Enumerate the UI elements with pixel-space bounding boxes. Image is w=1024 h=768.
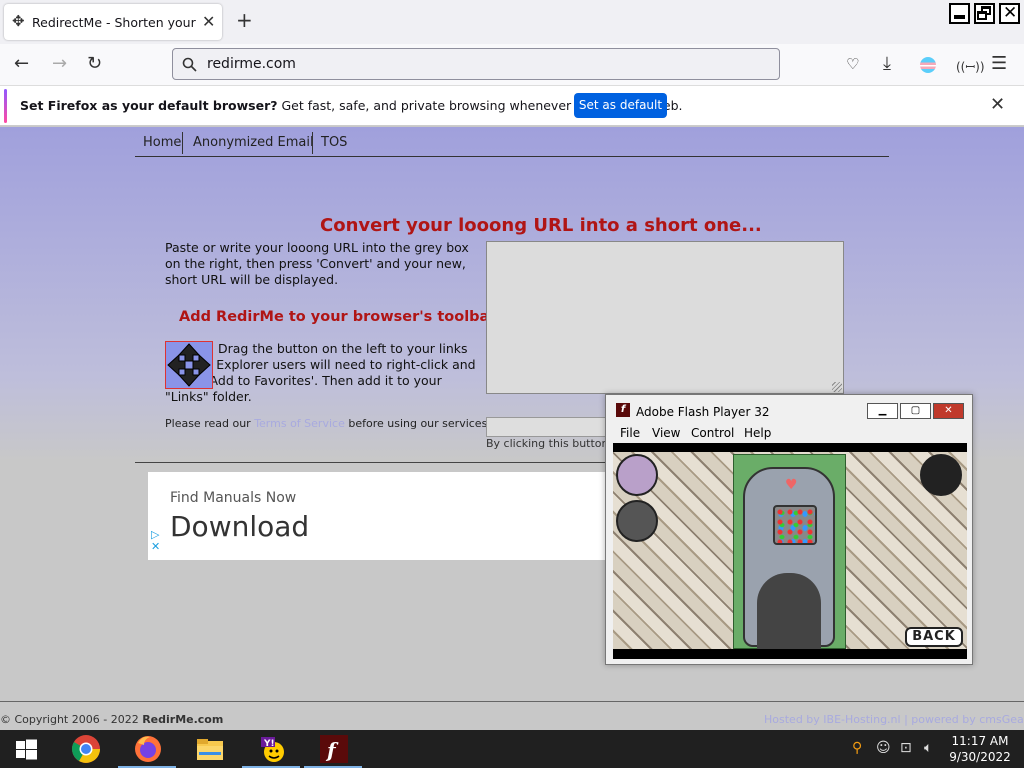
- tab-active[interactable]: ✥ RedirectMe - Shorten your URL ✕: [4, 4, 222, 40]
- notification-bold: Set Firefox as your default browser?: [20, 98, 278, 113]
- clock-date: 9/30/2022: [949, 750, 1011, 764]
- terms-notice: Please read our Terms of Service before …: [165, 417, 491, 430]
- extensions-icon[interactable]: ((ꟷ)): [956, 57, 985, 77]
- tab-close-icon[interactable]: ✕: [202, 12, 215, 31]
- search-icon: [182, 57, 197, 72]
- ad-banner[interactable]: Find Manuals Now Download ▷ ✕: [148, 472, 610, 560]
- robot-panel: [773, 505, 817, 545]
- nav-tos[interactable]: TOS: [321, 135, 347, 150]
- resize-handle[interactable]: [832, 382, 842, 392]
- terms-after: before using our services.: [344, 417, 491, 430]
- forward-icon[interactable]: →: [52, 54, 67, 74]
- set-as-default-button[interactable]: Set as default: [574, 93, 667, 118]
- default-browser-notification: Set Firefox as your default browser? Get…: [0, 86, 1024, 126]
- windows-start-icon[interactable]: [10, 733, 42, 765]
- game-back-button[interactable]: BACK: [905, 627, 963, 647]
- flash-player-icon[interactable]: f: [318, 733, 350, 765]
- flash-player-window[interactable]: f Adobe Flash Player 32 ▁ ▢ ✕ File View …: [605, 394, 973, 665]
- url-bar[interactable]: redirme.com: [172, 48, 780, 80]
- long-url-textarea[interactable]: [486, 241, 844, 394]
- ad-big-text: Download: [170, 510, 310, 543]
- short-url-field[interactable]: [486, 417, 606, 437]
- close-window-button[interactable]: ✕: [999, 3, 1020, 24]
- ad-small-text: Find Manuals Now: [170, 490, 297, 506]
- robot-heart-icon: ♥: [785, 477, 798, 493]
- url-text: redirme.com: [207, 56, 296, 72]
- flash-maximize-button[interactable]: ▢: [900, 403, 931, 419]
- hosted-by[interactable]: Hosted by IBE-Hosting.nl | powered by cm…: [764, 713, 1024, 726]
- system-clock[interactable]: 11:17 AM 9/30/2022: [940, 733, 1020, 765]
- menu-icon[interactable]: ☰: [991, 54, 1007, 74]
- file-explorer-icon[interactable]: [194, 733, 226, 765]
- page-heading: Convert your looong URL into a short one…: [320, 215, 762, 236]
- terms-link[interactable]: Terms of Service: [254, 417, 345, 430]
- firefox-icon[interactable]: [132, 733, 164, 765]
- nav-separator: [312, 132, 313, 154]
- toolbar-heading: Add RedirMe to your browser's toolbar: [179, 309, 497, 325]
- nav-home[interactable]: Home: [143, 135, 181, 150]
- flash-title: Adobe Flash Player 32: [636, 405, 770, 419]
- copyright: © Copyright 2006 - 2022 RedirMe.com: [0, 713, 223, 726]
- notification-accent: [4, 89, 7, 123]
- divider: [135, 462, 615, 463]
- flash-menu-view[interactable]: View: [652, 426, 680, 440]
- move-arrows-icon: ✥: [12, 12, 25, 30]
- search-tray-icon[interactable]: ⚲: [852, 740, 862, 756]
- click-note: By clicking this button y: [486, 437, 619, 450]
- nav-bar: ← → ↻ redirme.com ♡ ⤓ ((ꟷ)) ☰: [0, 44, 1024, 86]
- pocket-icon[interactable]: ♡: [846, 54, 859, 74]
- svg-text:Y!: Y!: [263, 739, 275, 749]
- notification-close-icon[interactable]: ✕: [990, 94, 1005, 115]
- account-avatar[interactable]: [920, 57, 936, 73]
- game-item-button-1[interactable]: [616, 454, 658, 496]
- copyright-site[interactable]: RedirMe.com: [142, 713, 223, 726]
- downloads-icon[interactable]: ⤓: [883, 54, 891, 74]
- new-tab-button[interactable]: +: [236, 10, 253, 30]
- flash-game-canvas[interactable]: ♥ BACK: [613, 443, 967, 659]
- back-icon[interactable]: ←: [14, 54, 29, 74]
- taskbar: Y! f ⚲ ☺ ⊡ 🔈︎ 11:17 AM 9/30/2022: [0, 730, 1024, 768]
- game-door-button[interactable]: [920, 454, 962, 496]
- restore-button[interactable]: [974, 3, 995, 24]
- page-footer: © Copyright 2006 - 2022 RedirMe.com Host…: [0, 701, 1024, 730]
- terms-before: Please read our: [165, 417, 255, 430]
- emoji-tray-icon[interactable]: ☺: [876, 740, 891, 756]
- clock-time: 11:17 AM: [951, 734, 1009, 748]
- copyright-text: © Copyright 2006 - 2022: [0, 713, 143, 726]
- tab-strip: ✥ RedirectMe - Shorten your URL ✕ + ✕: [0, 0, 1024, 44]
- flash-menu-help[interactable]: Help: [744, 426, 771, 440]
- game-item-button-2[interactable]: [616, 500, 658, 542]
- network-icon[interactable]: ⊡: [900, 740, 912, 756]
- flash-menu-file[interactable]: File: [620, 426, 640, 440]
- flash-menu-control[interactable]: Control: [691, 426, 734, 440]
- reload-icon[interactable]: ↻: [87, 54, 102, 74]
- nav-separator: [182, 132, 183, 154]
- nav-anonymized-email[interactable]: Anonymized Email: [193, 135, 314, 150]
- volume-icon[interactable]: 🔈︎: [924, 740, 932, 756]
- flash-close-button[interactable]: ✕: [933, 403, 964, 419]
- tab-title: RedirectMe - Shorten your URL: [32, 15, 197, 30]
- game-robot-legs: [757, 573, 821, 649]
- chrome-icon[interactable]: [70, 733, 102, 765]
- drag-bookmarklet-button[interactable]: [165, 341, 213, 389]
- site-nav: Home Anonymized Email TOS: [135, 131, 889, 157]
- move-arrows-icon: [167, 343, 211, 387]
- yahoo-messenger-icon[interactable]: Y!: [256, 733, 288, 765]
- minimize-button[interactable]: [949, 3, 970, 24]
- flash-minimize-button[interactable]: ▁: [867, 403, 898, 419]
- flash-icon: f: [616, 403, 630, 417]
- ad-choices-icon[interactable]: ▷ ✕: [151, 529, 160, 553]
- instructions-text: Paste or write your looong URL into the …: [165, 240, 469, 287]
